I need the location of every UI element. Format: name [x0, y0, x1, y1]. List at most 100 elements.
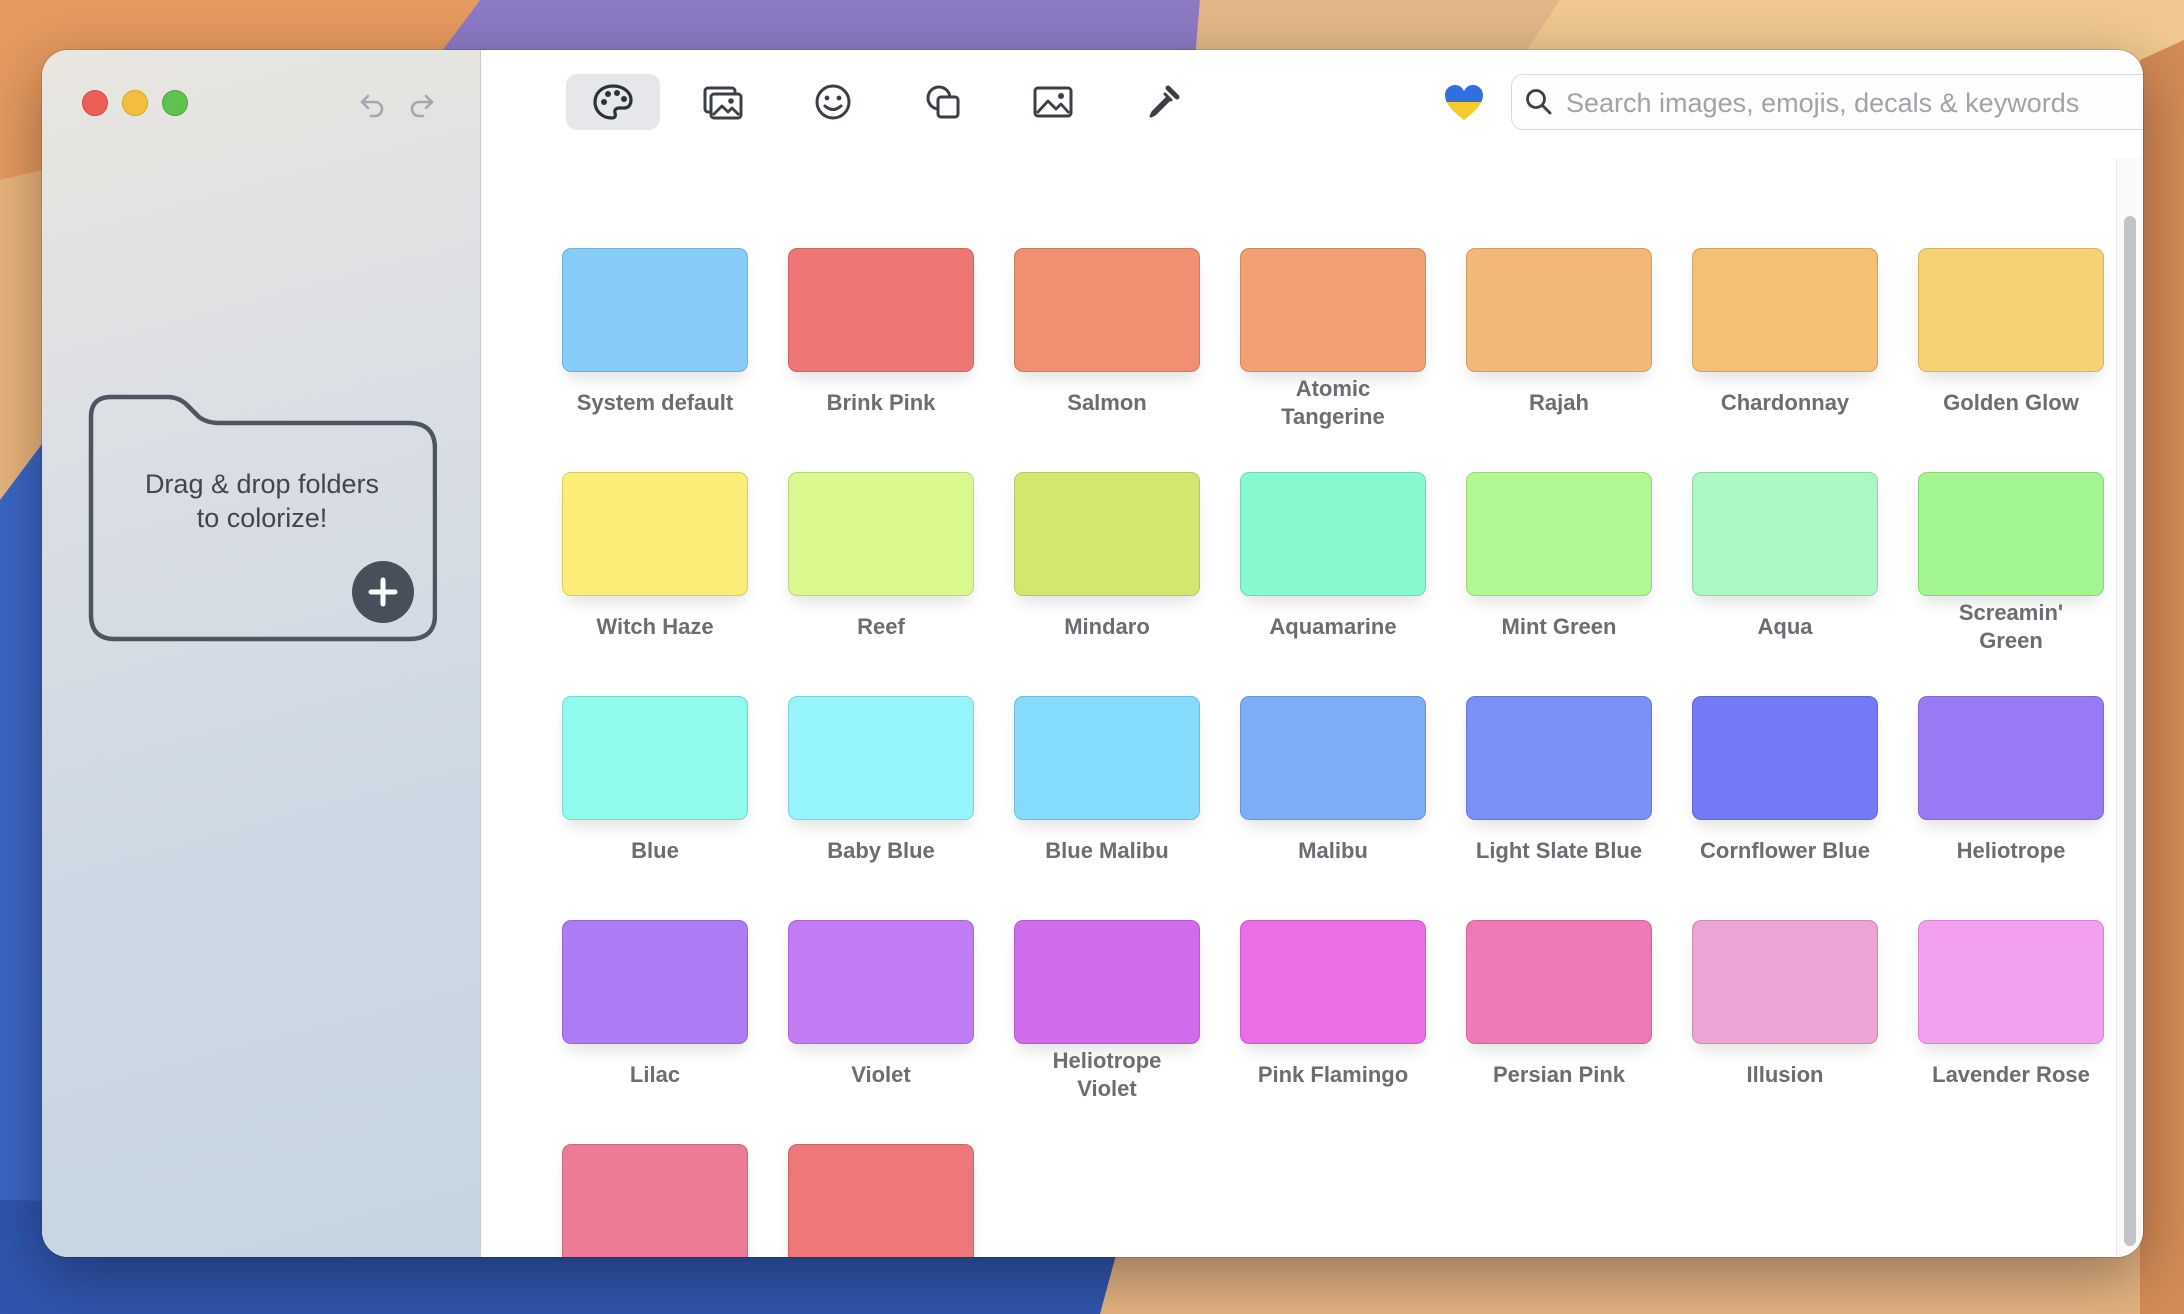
color-swatch-card[interactable]: System default — [562, 248, 748, 448]
color-swatch[interactable] — [1014, 248, 1200, 372]
color-swatch-label: Rajah — [1529, 390, 1589, 415]
tab-emojis[interactable] — [786, 74, 880, 130]
minimize-window-button[interactable] — [122, 90, 148, 116]
undo-button[interactable] — [354, 86, 390, 122]
color-swatch[interactable] — [562, 472, 748, 596]
color-swatch-card[interactable]: Chardonnay — [1692, 248, 1878, 448]
color-swatch[interactable] — [1240, 920, 1426, 1044]
tab-colors[interactable] — [566, 74, 660, 130]
add-folder-button[interactable] — [352, 561, 414, 623]
color-swatch-card[interactable]: Baby Blue — [788, 696, 974, 896]
color-swatch-label: Illusion — [1746, 1062, 1824, 1087]
color-swatch-label: Violet — [851, 1062, 911, 1087]
tab-decals[interactable] — [896, 74, 990, 130]
color-swatch-card[interactable]: Reef — [788, 472, 974, 672]
support-ukraine-button[interactable] — [1439, 78, 1489, 128]
color-swatch-label: Brink Pink — [826, 390, 936, 415]
color-swatch-card[interactable]: Lilac — [562, 920, 748, 1120]
zoom-window-button[interactable] — [162, 90, 188, 116]
color-swatch-label: Baby Blue — [827, 838, 935, 863]
color-swatch-label: Blue Malibu — [1045, 838, 1169, 863]
color-swatch[interactable] — [1014, 920, 1200, 1044]
color-swatch[interactable] — [1692, 696, 1878, 820]
color-swatch-card[interactable]: Screamin' Green — [1918, 472, 2104, 672]
color-swatch[interactable] — [788, 472, 974, 596]
color-swatch[interactable] — [1466, 696, 1652, 820]
color-swatch-label: Chardonnay — [1720, 390, 1850, 415]
color-swatch-card[interactable]: Cornflower Blue — [1692, 696, 1878, 896]
color-swatch-card[interactable]: Light Slate Blue — [1466, 696, 1652, 896]
color-swatch[interactable] — [788, 696, 974, 820]
color-swatch-label: Witch Haze — [596, 614, 714, 639]
color-swatch-card[interactable]: Blue Malibu — [1014, 696, 1200, 896]
close-window-button[interactable] — [82, 90, 108, 116]
color-swatch[interactable] — [1014, 696, 1200, 820]
tab-images[interactable] — [1006, 74, 1100, 130]
color-swatch-card[interactable]: Persian Pink — [1466, 920, 1652, 1120]
color-swatch[interactable] — [1918, 920, 2104, 1044]
color-swatch-card[interactable]: Golden Glow — [1918, 248, 2104, 448]
color-swatch-card[interactable]: Violet — [788, 920, 974, 1120]
color-swatch-label: Lavender Rose — [1932, 1062, 2090, 1087]
color-swatch[interactable] — [1918, 248, 2104, 372]
color-swatch-card[interactable]: Aquamarine — [1240, 472, 1426, 672]
color-swatch[interactable] — [562, 248, 748, 372]
color-swatch-card[interactable]: Tickle Me Pink — [562, 1144, 748, 1257]
color-swatch[interactable] — [788, 920, 974, 1044]
color-swatch-label: Mint Green — [1501, 614, 1617, 639]
color-swatch[interactable] — [1014, 472, 1200, 596]
color-swatch-label: Persian Pink — [1492, 1062, 1626, 1087]
color-swatch[interactable] — [1918, 696, 2104, 820]
color-swatch-label: Screamin' Green — [1958, 600, 2064, 653]
color-swatch[interactable] — [1692, 248, 1878, 372]
color-swatch-card[interactable]: Rajah — [1466, 248, 1652, 448]
color-swatch[interactable] — [562, 696, 748, 820]
color-swatch[interactable] — [1240, 248, 1426, 372]
color-swatch-card[interactable]: Brink Pink — [788, 248, 974, 448]
scrollbar-thumb[interactable] — [2124, 216, 2136, 1246]
color-swatch-card[interactable]: Salmon — [1014, 248, 1200, 448]
color-swatch[interactable] — [788, 1144, 974, 1257]
color-swatch-label: Lilac — [629, 1062, 681, 1087]
color-swatch-card[interactable]: Aqua — [1692, 472, 1878, 672]
color-swatch-card[interactable]: Mint Green — [1466, 472, 1652, 672]
color-swatch-card[interactable]: Witch Haze — [562, 472, 748, 672]
shapes-icon — [926, 85, 960, 119]
color-swatch-card[interactable]: Lavender Rose — [1918, 920, 2104, 1120]
emoji-icon — [815, 84, 851, 120]
color-swatch-label: Heliotrope Violet — [1052, 1048, 1162, 1101]
redo-button[interactable] — [404, 86, 440, 122]
search-icon — [1526, 89, 1552, 115]
color-swatch[interactable] — [562, 920, 748, 1044]
color-swatch[interactable] — [1466, 248, 1652, 372]
color-swatch[interactable] — [1466, 472, 1652, 596]
color-swatch-card[interactable]: Mindaro — [1014, 472, 1200, 672]
color-swatch-card[interactable]: Pink — [788, 1144, 974, 1257]
color-swatch-card[interactable]: Atomic Tangerine — [1240, 248, 1426, 448]
search-bar[interactable] — [1511, 74, 2143, 131]
color-swatch-card[interactable]: Blue — [562, 696, 748, 896]
color-swatch-card[interactable]: Pink Flamingo — [1240, 920, 1426, 1120]
tab-eyedropper[interactable] — [1116, 74, 1210, 130]
color-swatch[interactable] — [1240, 472, 1426, 596]
main-content: System default Brink Pink Salmon Atomic Tan… — [481, 50, 2143, 1257]
color-swatch-label: Salmon — [1067, 390, 1147, 415]
color-swatch[interactable] — [788, 248, 974, 372]
color-swatch[interactable] — [1692, 472, 1878, 596]
tab-image-stack[interactable] — [676, 74, 770, 130]
color-swatch-card[interactable]: Heliotrope — [1918, 696, 2104, 896]
color-grid: System default Brink Pink Salmon Atomic Tan… — [481, 158, 2113, 1257]
color-swatch[interactable] — [1466, 920, 1652, 1044]
vertical-scrollbar[interactable] — [2116, 158, 2141, 1257]
color-swatch[interactable] — [562, 1144, 748, 1257]
color-swatch-card[interactable]: Heliotrope Violet — [1014, 920, 1200, 1120]
color-swatch-label: Pink Flamingo — [1257, 1062, 1409, 1087]
color-swatch-card[interactable]: Malibu — [1240, 696, 1426, 896]
color-swatch-label: Blue — [631, 838, 679, 863]
search-input[interactable] — [1564, 75, 2143, 131]
color-swatch-label: Golden Glow — [1943, 390, 2079, 415]
color-swatch-card[interactable]: Illusion — [1692, 920, 1878, 1120]
color-swatch[interactable] — [1240, 696, 1426, 820]
color-swatch[interactable] — [1692, 920, 1878, 1044]
color-swatch[interactable] — [1918, 472, 2104, 596]
